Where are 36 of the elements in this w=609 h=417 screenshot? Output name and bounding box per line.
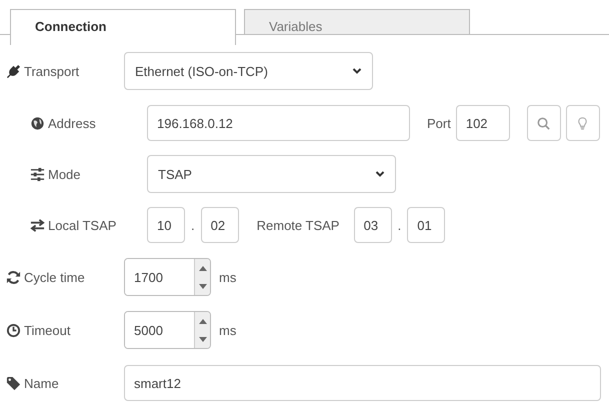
clock-icon <box>6 322 21 338</box>
tsap-field[interactable]: 02 <box>200 207 239 243</box>
tab[interactable]: Connection <box>10 9 236 45</box>
field-label: Address <box>48 116 96 130</box>
field-label: Local TSAP <box>48 218 116 232</box>
field-label: Transport <box>24 64 80 78</box>
separator: . <box>398 218 402 232</box>
tsap-field[interactable]: 10 <box>147 207 185 243</box>
field-label: Name <box>24 376 59 390</box>
name-field[interactable]: smart12 <box>124 365 601 401</box>
exchange-icon <box>30 218 45 232</box>
field-label: Timeout <box>24 322 70 338</box>
caret-icon <box>352 66 362 76</box>
address-field[interactable]: 196.168.0.12 <box>147 105 410 141</box>
field-label: Cycle time <box>24 270 85 284</box>
caret-icon <box>375 169 385 179</box>
search-icon <box>536 116 552 130</box>
field-label: Mode <box>48 166 81 182</box>
search-button[interactable] <box>526 105 561 141</box>
number-spinner[interactable]: 5000 <box>124 311 211 349</box>
tsap-field[interactable]: 01 <box>407 207 446 243</box>
tab[interactable]: Variables <box>244 9 470 34</box>
globe-icon <box>30 116 45 130</box>
separator: . <box>191 218 195 232</box>
number-spinner[interactable]: 1700 <box>124 258 211 296</box>
port-label: Port <box>427 116 451 130</box>
tag-icon <box>6 376 21 390</box>
port-field[interactable]: 102 <box>456 105 510 141</box>
plug-icon <box>6 64 21 78</box>
transport-select[interactable]: Ethernet (ISO-on-TCP) <box>124 52 373 90</box>
mode-select[interactable]: TSAP <box>147 155 396 193</box>
unit-label: ms <box>219 270 236 284</box>
unit-label: ms <box>219 322 236 338</box>
sliders-icon <box>30 166 45 182</box>
refresh-icon <box>6 270 21 284</box>
tsap-field[interactable]: 03 <box>354 207 392 243</box>
